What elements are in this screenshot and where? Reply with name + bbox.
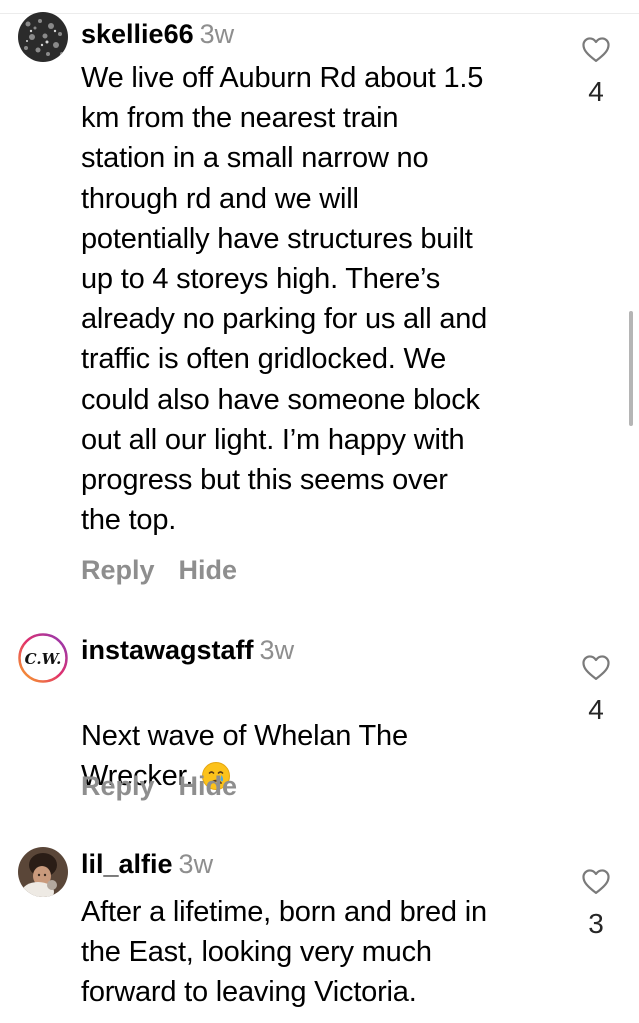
like-count: 4 xyxy=(588,694,604,725)
avatar-initials: C.W. xyxy=(25,650,62,668)
like-control: 4 xyxy=(578,36,614,109)
heart-icon[interactable] xyxy=(581,868,611,895)
reply-button[interactable]: Reply xyxy=(81,770,155,802)
like-control: 3 xyxy=(578,868,614,941)
comment-username[interactable]: skellie66 3w xyxy=(81,18,234,50)
scrollbar[interactable] xyxy=(629,311,633,426)
reply-button[interactable]: Reply xyxy=(81,554,155,586)
comment-timestamp: 3w xyxy=(199,19,235,49)
comment-username[interactable]: instawagstaff 3w xyxy=(81,634,294,666)
like-count: 4 xyxy=(588,76,604,107)
comment-username[interactable]: lil_alfie 3w xyxy=(81,848,213,880)
like-control: 4 xyxy=(578,654,614,727)
comment-actions: Reply Hide xyxy=(81,770,261,802)
avatar[interactable]: C.W. xyxy=(18,633,68,683)
heart-icon[interactable] xyxy=(581,36,611,63)
comment-timestamp: 3w xyxy=(178,849,214,879)
comment-actions: Reply Hide xyxy=(81,554,261,586)
top-divider xyxy=(0,13,639,14)
avatar[interactable] xyxy=(18,12,68,62)
heart-icon[interactable] xyxy=(581,654,611,681)
hide-button[interactable]: Hide xyxy=(179,770,238,802)
hide-button[interactable]: Hide xyxy=(179,554,238,586)
like-count: 3 xyxy=(588,908,604,939)
avatar[interactable] xyxy=(18,847,68,897)
comment-timestamp: 3w xyxy=(259,635,295,665)
comment-text: After a lifetime, born and bred in the E… xyxy=(81,896,487,1009)
comment-text: We live off Auburn Rd about 1.5 km from … xyxy=(81,62,488,537)
